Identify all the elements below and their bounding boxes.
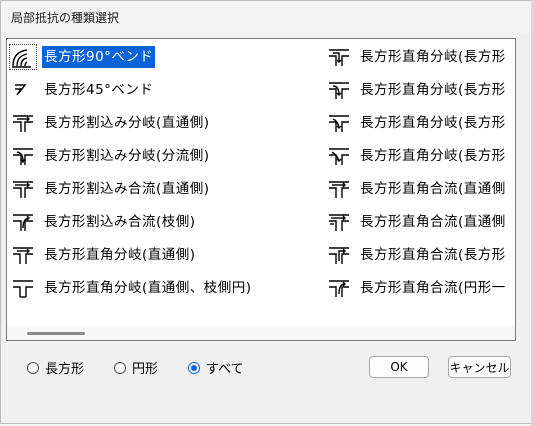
list-item-label: 長方形直角分岐(長方形 xyxy=(360,49,506,65)
list-item-label: 長方形90°ベンド xyxy=(42,46,156,68)
list-item-label: 長方形直角合流(直通側 xyxy=(360,181,506,197)
ok-button[interactable]: OK xyxy=(369,356,429,378)
tee-branch-straight-icon xyxy=(10,243,36,267)
list-item-label: 長方形直角合流(直通側 xyxy=(360,214,506,230)
rect-tee-merge-round-icon xyxy=(326,276,352,300)
list-item-rect-tee-branch-rect-1[interactable]: 長方形直角分岐(長方形 xyxy=(326,44,508,70)
dialog-window: 局部抵抗の種類選択 長方形90°ベンド 長方形45°ベンド 長方形割込み分岐(直… xyxy=(0,0,532,424)
rect-tee-merge-icon xyxy=(326,243,352,267)
fitting-type-list[interactable]: 長方形90°ベンド 長方形45°ベンド 長方形割込み分岐(直通側) 長方形割込み… xyxy=(6,38,516,341)
list-item-label: 長方形直角合流(長方形 xyxy=(360,247,506,263)
list-item-rect-tee-branch-rect-3[interactable]: 長方形直角分岐(長方形 xyxy=(326,110,508,136)
tee-branch-round-icon xyxy=(10,276,36,300)
cancel-button[interactable]: キャンセル xyxy=(448,356,511,378)
list-item-label: 長方形割込み合流(直通側) xyxy=(44,181,210,197)
list-item-rect-tee-merge-straight-1[interactable]: 長方形直角合流(直通側 xyxy=(326,176,508,202)
title-bar[interactable]: 局部抵抗の種類選択 xyxy=(1,1,531,33)
list-item-rect-insert-branch-divert[interactable]: 長方形割込み分岐(分流側) xyxy=(10,143,212,169)
list-item-label: 長方形直角分岐(直通側、枝側円) xyxy=(44,280,252,296)
list-item-label: 長方形直角分岐(長方形 xyxy=(360,115,506,131)
rect-tee-merge-icon xyxy=(326,177,352,201)
list-item-rect-90-bend[interactable]: 長方形90°ベンド xyxy=(9,44,156,70)
scrollbar-thumb[interactable] xyxy=(27,332,85,335)
rect-tee-branch-icon xyxy=(326,111,352,135)
list-item-rect-insert-merge-branch[interactable]: 長方形割込み合流(枝側) xyxy=(10,209,198,235)
radio-circle[interactable] xyxy=(27,361,39,374)
list-item-label: 長方形直角分岐(長方形 xyxy=(360,148,506,164)
list-item-rect-tee-merge-rect[interactable]: 長方形直角合流(長方形 xyxy=(326,242,508,268)
list-item-rect-tee-branch-rect-2[interactable]: 長方形直角分岐(長方形 xyxy=(326,77,508,103)
rect-tee-branch-icon xyxy=(326,144,352,168)
list-item-rect-tee-merge-round[interactable]: 長方形直角合流(円形一 xyxy=(326,275,508,301)
filter-all-radio[interactable]: すべて xyxy=(188,358,244,377)
bend45-icon xyxy=(10,78,36,102)
list-item-label: 長方形割込み合流(枝側) xyxy=(44,214,196,230)
horizontal-scrollbar[interactable] xyxy=(7,326,515,340)
list-item-rect-tee-branch-straight[interactable]: 長方形直角分岐(直通側) xyxy=(10,242,198,268)
list-item-rect-insert-branch-straight[interactable]: 長方形割込み分岐(直通側) xyxy=(10,110,212,136)
radio-label: 円形 xyxy=(132,362,159,377)
bend90-icon xyxy=(9,44,37,70)
list-item-label: 長方形直角分岐(直通側) xyxy=(44,247,196,263)
merge-insert-straight-icon xyxy=(10,177,36,201)
list-item-label: 長方形割込み分岐(直通側) xyxy=(44,115,210,131)
list-item-label: 長方形割込み分岐(分流側) xyxy=(44,148,210,164)
radio-circle-selected[interactable] xyxy=(188,361,200,374)
list-item-rect-tee-merge-straight-2[interactable]: 長方形直角合流(直通側 xyxy=(326,209,508,235)
merge-insert-branch-icon xyxy=(10,210,36,234)
rect-tee-branch-icon xyxy=(326,45,352,69)
list-item-rect-tee-branch-round[interactable]: 長方形直角分岐(直通側、枝側円) xyxy=(10,275,254,301)
rect-tee-branch-icon xyxy=(326,78,352,102)
dialog-title: 局部抵抗の種類選択 xyxy=(11,11,120,25)
list-item-rect-insert-merge-straight[interactable]: 長方形割込み合流(直通側) xyxy=(10,176,212,202)
radio-circle[interactable] xyxy=(114,361,126,374)
list-item-rect-45-bend[interactable]: 長方形45°ベンド xyxy=(10,77,155,103)
filter-round-radio[interactable]: 円形 xyxy=(114,358,158,377)
radio-label: 長方形 xyxy=(45,362,85,377)
list-item-label: 長方形直角合流(円形一 xyxy=(360,280,506,296)
branch-insert-straight-icon xyxy=(10,111,36,135)
radio-label: すべて xyxy=(206,362,244,377)
list-item-label: 長方形45°ベンド xyxy=(44,82,154,98)
branch-insert-divert-icon xyxy=(10,144,36,168)
rect-tee-merge-icon xyxy=(326,210,352,234)
list-item-rect-tee-branch-rect-4[interactable]: 長方形直角分岐(長方形 xyxy=(326,143,508,169)
filter-rect-radio[interactable]: 長方形 xyxy=(27,358,84,377)
list-item-label: 長方形直角分岐(長方形 xyxy=(360,82,506,98)
